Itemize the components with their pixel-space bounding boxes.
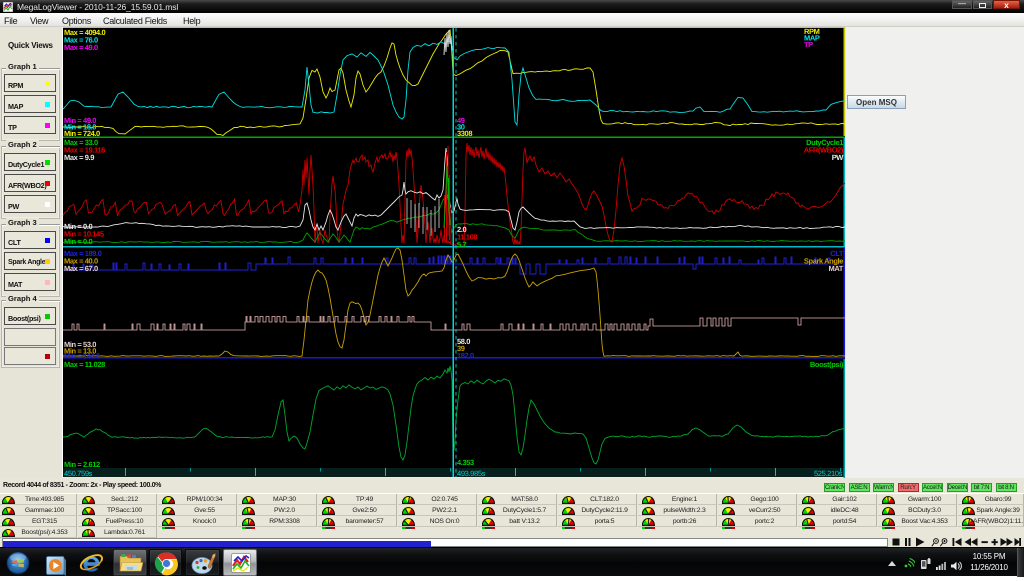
svg-text:4.353: 4.353 [457, 458, 474, 467]
svg-text:Max = 67.0: Max = 67.0 [64, 264, 98, 273]
svg-text:PW: PW [832, 153, 845, 162]
svg-text:493.985s: 493.985s [457, 469, 486, 478]
svg-text:TP: TP [804, 40, 813, 49]
svg-text:MAT: MAT [829, 264, 844, 273]
svg-text:182.0: 182.0 [457, 351, 474, 360]
svg-text:Min = 0.0: Min = 0.0 [64, 237, 93, 246]
svg-text:Max = 11.028: Max = 11.028 [64, 360, 105, 369]
svg-text:5.7: 5.7 [457, 240, 466, 249]
svg-text:Min = 724.0: Min = 724.0 [64, 129, 100, 138]
svg-text:450.759s: 450.759s [64, 469, 93, 478]
svg-text:Min = 2.612: Min = 2.612 [64, 460, 100, 469]
svg-text:Boost(psi): Boost(psi) [810, 360, 844, 369]
svg-text:3308: 3308 [457, 129, 472, 138]
svg-text:Max = 49.0: Max = 49.0 [64, 43, 98, 52]
svg-text:525.210s: 525.210s [814, 469, 843, 478]
svg-text:Max = 9.9: Max = 9.9 [64, 153, 94, 162]
